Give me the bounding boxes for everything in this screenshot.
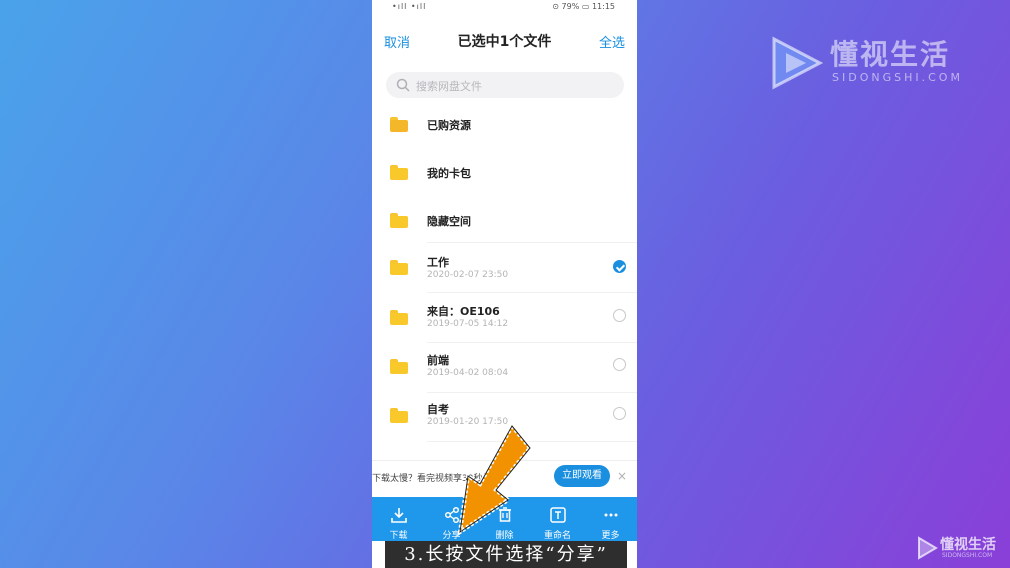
download-label: 下载 <box>389 531 408 541</box>
download-icon <box>391 508 407 523</box>
signal-indicators: •ıll •ıll <box>392 2 427 11</box>
file-name: 已购资源 <box>427 119 471 132</box>
folder-icon <box>390 213 408 228</box>
list-item-purchased[interactable]: 已购资源 <box>372 112 637 136</box>
corner-watermark: 懂视生活 SIDONGSHI.COM <box>910 528 1010 568</box>
search-input[interactable]: 搜索网盘文件 <box>386 72 624 98</box>
divider <box>427 292 637 293</box>
search-icon <box>396 78 410 92</box>
divider <box>427 392 637 393</box>
purchased-folder-icon <box>390 117 408 132</box>
file-name: 自考 <box>427 403 449 416</box>
more-icon <box>604 513 618 517</box>
watch-now-button[interactable]: 立即观看 <box>554 465 610 487</box>
more-button[interactable]: 更多 <box>584 497 637 541</box>
corner-watermark-title: 懂视生活 <box>940 537 996 553</box>
file-date: 2020-02-07 23:50 <box>427 270 509 280</box>
file-name: 我的卡包 <box>427 167 471 180</box>
folder-icon <box>390 260 408 275</box>
list-item-card-wallet[interactable]: 我的卡包 <box>372 160 637 184</box>
close-icon[interactable]: × <box>617 469 627 483</box>
file-name: 工作 <box>427 256 449 269</box>
play-logo-icon <box>918 536 938 560</box>
watermark-title: 懂视生活 <box>830 38 951 71</box>
list-item-work[interactable]: 工作 2020-02-07 23:50 <box>372 250 637 290</box>
file-date: 2019-07-05 14:12 <box>427 319 509 329</box>
corner-watermark-subtitle: SIDONGSHI.COM <box>942 552 993 559</box>
select-all-button[interactable]: 全选 <box>599 32 625 51</box>
more-label: 更多 <box>601 531 620 541</box>
checkbox-unchecked[interactable] <box>613 358 626 371</box>
folder-icon <box>390 408 408 423</box>
list-item-oe106[interactable]: 来自：OE106 2019-07-05 14:12 <box>372 300 637 340</box>
checkbox-checked[interactable] <box>613 260 626 273</box>
file-date: 2019-04-02 08:04 <box>427 368 509 378</box>
divider <box>427 242 637 243</box>
rename-icon <box>550 507 566 523</box>
checkbox-unchecked[interactable] <box>613 309 626 322</box>
watermark-logo: 懂视生活 SIDONGSHI.COM <box>768 33 978 93</box>
file-name: 隐藏空间 <box>427 215 471 228</box>
file-name: 来自：OE106 <box>427 305 500 318</box>
play-logo-icon <box>772 36 824 90</box>
divider <box>427 342 637 343</box>
checkbox-unchecked[interactable] <box>613 407 626 420</box>
download-button[interactable]: 下载 <box>372 497 425 541</box>
tutorial-caption: 3.长按文件选择“分享” <box>385 541 627 568</box>
pointer-arrow-icon <box>457 422 533 537</box>
search-placeholder: 搜索网盘文件 <box>416 80 482 93</box>
file-name: 前端 <box>427 354 449 367</box>
folder-icon <box>390 165 408 180</box>
page-title: 已选中1个文件 <box>457 34 552 50</box>
list-item-hidden-space[interactable]: 隐藏空间 <box>372 208 637 232</box>
folder-icon <box>390 310 408 325</box>
folder-icon <box>390 359 408 374</box>
battery-time: ⊙ 79% ▭ 11:15 <box>552 2 615 11</box>
status-bar: •ıll •ıll ⊙ 79% ▭ 11:15 <box>372 0 637 14</box>
selection-header: 取消 已选中1个文件 全选 <box>372 26 637 54</box>
watermark-subtitle: SIDONGSHI.COM <box>832 71 963 84</box>
list-item-frontend[interactable]: 前端 2019-04-02 08:04 <box>372 350 637 390</box>
